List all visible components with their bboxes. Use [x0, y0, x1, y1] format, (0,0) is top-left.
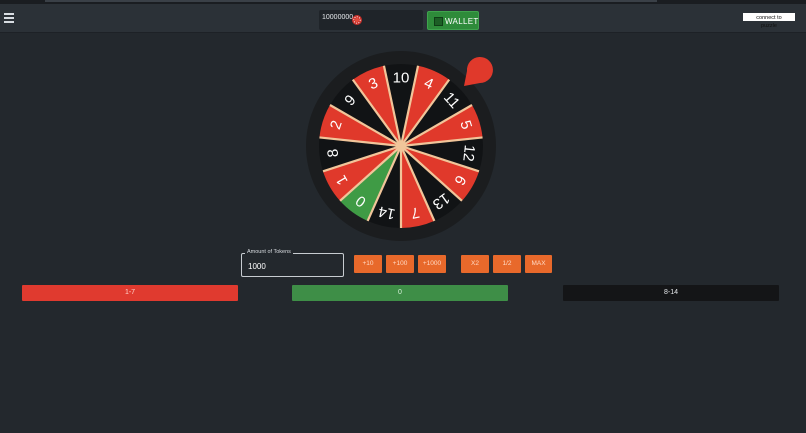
- menu-icon[interactable]: [4, 13, 14, 23]
- bet-green-button[interactable]: 0: [292, 285, 508, 301]
- bet-black-button[interactable]: 8-14: [563, 285, 779, 301]
- balance-box: 10000000: [319, 10, 423, 30]
- max-button[interactable]: MAX: [525, 255, 552, 273]
- wheel-number: 10: [393, 70, 410, 87]
- bet-red-button[interactable]: 1-7: [22, 285, 238, 301]
- wheel-number: 12: [459, 144, 478, 162]
- connect-button[interactable]: connect to puzzle: [743, 13, 795, 29]
- half-button[interactable]: 1/2: [493, 255, 521, 273]
- wheel-number: 14: [377, 202, 397, 222]
- plus-1000-button[interactable]: +1000: [418, 255, 446, 273]
- header-bar: 10000000 WALLET connect to puzzle: [0, 4, 806, 33]
- chip-icon: [352, 15, 362, 25]
- top-scroll-bar: [45, 0, 657, 2]
- balance-value: 10000000: [322, 14, 354, 21]
- wallet-label: WALLET: [445, 17, 479, 26]
- tokens-input[interactable]: [248, 260, 338, 272]
- wheel-pointer-icon: [464, 57, 493, 86]
- plus-10-button[interactable]: +10: [354, 255, 382, 273]
- double-button[interactable]: X2: [461, 255, 489, 273]
- wheel-number: 8: [324, 148, 342, 158]
- plus-100-button[interactable]: +100: [386, 255, 414, 273]
- wallet-icon: [434, 17, 443, 26]
- wheel-hub: [396, 141, 406, 151]
- tokens-label: Amount of Tokens: [245, 249, 293, 255]
- wallet-button[interactable]: WALLET: [427, 11, 479, 30]
